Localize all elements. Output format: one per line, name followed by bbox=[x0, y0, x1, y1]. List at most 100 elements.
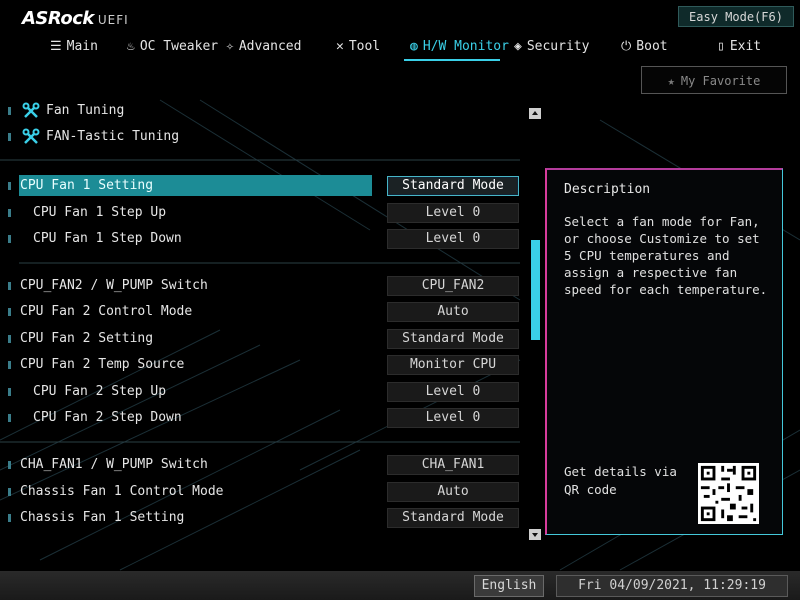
scroll-up-button[interactable] bbox=[529, 108, 541, 119]
tab-main[interactable]: ☰ Main bbox=[50, 36, 98, 58]
item-bullet bbox=[8, 335, 11, 343]
setting-label: CPU Fan 2 Temp Source bbox=[20, 357, 185, 372]
datetime-display: Fri 04/09/2021, 11:29:19 bbox=[556, 575, 788, 597]
globe-icon: ◍ bbox=[410, 39, 418, 54]
my-favorite-button[interactable]: ★ My Favorite bbox=[641, 66, 787, 94]
tab-hw-monitor[interactable]: ◍ H/W Monitor bbox=[410, 36, 509, 58]
tab-oc-tweaker-label: OC Tweaker bbox=[139, 39, 219, 54]
item-bullet bbox=[8, 308, 11, 316]
setting-value[interactable]: Standard Mode bbox=[387, 176, 519, 196]
setting-value[interactable]: CHA_FAN1 bbox=[387, 455, 519, 475]
item-bullet bbox=[8, 514, 11, 522]
setting-row-cpu-fan2-step-up[interactable]: CPU Fan 2 Step Up Level 0 bbox=[0, 381, 525, 403]
list-item-fan-tuning[interactable]: Fan Tuning bbox=[0, 100, 525, 122]
setting-label: CPU Fan 2 Step Down bbox=[33, 410, 182, 425]
tab-boot[interactable]: ⏻ Boot bbox=[621, 36, 668, 58]
tab-tool[interactable]: ✕ Tool bbox=[336, 36, 380, 58]
setting-row-cpu-fan2-temp-source[interactable]: CPU Fan 2 Temp Source Monitor CPU bbox=[0, 354, 525, 376]
scroll-down-button[interactable] bbox=[529, 529, 541, 540]
wrench-icon bbox=[22, 102, 40, 118]
top-nav: ☰ Main ♨ OC Tweaker ✧ Advanced ✕ Tool ◍ H/W M… bbox=[0, 36, 800, 61]
tools-icon: ✕ bbox=[336, 39, 344, 54]
setting-label: CPU Fan 1 Step Down bbox=[33, 231, 182, 246]
logo-uefi: UEFI bbox=[97, 13, 129, 27]
easy-mode-button[interactable]: Easy Mode(F6) bbox=[678, 6, 794, 27]
setting-row-cpu-fan2-setting[interactable]: CPU Fan 2 Setting Standard Mode bbox=[0, 328, 525, 350]
setting-value[interactable]: Monitor CPU bbox=[387, 355, 519, 375]
setting-label: CPU_FAN2 / W_PUMP Switch bbox=[20, 278, 208, 293]
description-title: Description bbox=[564, 182, 651, 197]
active-tab-underline bbox=[404, 59, 500, 61]
fan-tuning-label: Fan Tuning bbox=[46, 103, 125, 118]
exit-icon: ▯ bbox=[717, 39, 725, 54]
asrock-logo: ASRock UEFI bbox=[22, 8, 129, 29]
setting-row-cha-fan1-switch[interactable]: CHA_FAN1 / W_PUMP Switch CHA_FAN1 bbox=[0, 454, 525, 476]
item-bullet bbox=[8, 133, 11, 141]
setting-value[interactable]: Level 0 bbox=[387, 203, 519, 223]
setting-value[interactable]: Auto bbox=[387, 482, 519, 502]
power-icon: ⏻ bbox=[621, 39, 632, 54]
item-bullet bbox=[8, 414, 11, 422]
setting-row-chassis-fan1-setting[interactable]: Chassis Fan 1 Setting Standard Mode bbox=[0, 507, 525, 529]
setting-value[interactable]: CPU_FAN2 bbox=[387, 276, 519, 296]
qr-details-text: Get details via QR code bbox=[564, 464, 677, 497]
setting-row-chassis-fan1-control-mode[interactable]: Chassis Fan 1 Control Mode Auto bbox=[0, 481, 525, 503]
tab-exit-label: Exit bbox=[729, 39, 762, 54]
setting-label: CPU Fan 1 Step Up bbox=[33, 205, 167, 220]
tab-security[interactable]: ◈ Security bbox=[514, 36, 589, 58]
setting-row-cpu-fan2-switch[interactable]: CPU_FAN2 / W_PUMP Switch CPU_FAN2 bbox=[0, 275, 525, 297]
tab-exit[interactable]: ▯ Exit bbox=[717, 36, 761, 58]
shield-icon: ◈ bbox=[514, 39, 522, 54]
tab-hw-monitor-label: H/W Monitor bbox=[422, 39, 509, 54]
star-icon: ✧ bbox=[226, 39, 234, 54]
list-icon: ☰ bbox=[50, 39, 62, 54]
item-bullet bbox=[8, 235, 11, 243]
favorite-star-icon: ★ bbox=[667, 74, 675, 88]
setting-row-cpu-fan1-setting[interactable]: CPU Fan 1 Setting Standard Mode bbox=[0, 175, 525, 197]
setting-label: CPU Fan 2 Control Mode bbox=[20, 304, 193, 319]
item-bullet bbox=[8, 388, 11, 396]
setting-value[interactable]: Auto bbox=[387, 302, 519, 322]
tab-advanced-label: Advanced bbox=[238, 39, 302, 54]
item-bullet bbox=[8, 361, 11, 369]
tab-advanced[interactable]: ✧ Advanced bbox=[226, 36, 301, 58]
tab-security-label: Security bbox=[526, 39, 590, 54]
wrench-icon bbox=[22, 128, 40, 144]
setting-row-cpu-fan1-step-up[interactable]: CPU Fan 1 Step Up Level 0 bbox=[0, 202, 525, 224]
item-bullet bbox=[8, 282, 11, 290]
setting-value[interactable]: Standard Mode bbox=[387, 508, 519, 528]
setting-label: CPU Fan 2 Step Up bbox=[33, 384, 167, 399]
logo-brand: ASRock bbox=[22, 8, 94, 29]
item-bullet bbox=[8, 488, 11, 496]
setting-value[interactable]: Level 0 bbox=[387, 382, 519, 402]
item-bullet bbox=[8, 209, 11, 217]
tab-main-label: Main bbox=[66, 39, 98, 54]
fan-tastic-tuning-label: FAN-Tastic Tuning bbox=[46, 129, 180, 144]
setting-row-cpu-fan2-step-down[interactable]: CPU Fan 2 Step Down Level 0 bbox=[0, 407, 525, 429]
setting-label: CPU Fan 2 Setting bbox=[20, 331, 154, 346]
my-favorite-label: My Favorite bbox=[680, 74, 761, 88]
setting-row-cpu-fan2-control-mode[interactable]: CPU Fan 2 Control Mode Auto bbox=[0, 301, 525, 323]
description-body: Select a fan mode for Fan, or choose Cus… bbox=[564, 214, 768, 297]
tab-tool-label: Tool bbox=[348, 39, 381, 54]
description-panel: Description Select a fan mode for Fan, o… bbox=[545, 168, 783, 535]
setting-row-cpu-fan1-step-down[interactable]: CPU Fan 1 Step Down Level 0 bbox=[0, 228, 525, 250]
qr-code bbox=[698, 463, 759, 524]
settings-list: Fan Tuning FAN-Tastic Tuning CPU Fan 1 S… bbox=[0, 100, 540, 545]
item-bullet bbox=[8, 461, 11, 469]
list-item-fan-tastic-tuning[interactable]: FAN-Tastic Tuning bbox=[0, 126, 525, 148]
tab-oc-tweaker[interactable]: ♨ OC Tweaker bbox=[127, 36, 218, 58]
tab-boot-label: Boot bbox=[636, 39, 668, 54]
setting-label: Chassis Fan 1 Setting bbox=[20, 510, 185, 525]
setting-value[interactable]: Standard Mode bbox=[387, 329, 519, 349]
scrollbar-thumb[interactable] bbox=[531, 240, 540, 340]
item-bullet bbox=[8, 107, 11, 115]
setting-label: CHA_FAN1 / W_PUMP Switch bbox=[20, 457, 208, 472]
flame-icon: ♨ bbox=[127, 39, 135, 54]
setting-value[interactable]: Level 0 bbox=[387, 229, 519, 249]
setting-label: CPU Fan 1 Setting bbox=[20, 178, 154, 193]
setting-label: Chassis Fan 1 Control Mode bbox=[20, 484, 224, 499]
setting-value[interactable]: Level 0 bbox=[387, 408, 519, 428]
item-bullet bbox=[8, 182, 11, 190]
language-button[interactable]: English bbox=[474, 575, 544, 597]
